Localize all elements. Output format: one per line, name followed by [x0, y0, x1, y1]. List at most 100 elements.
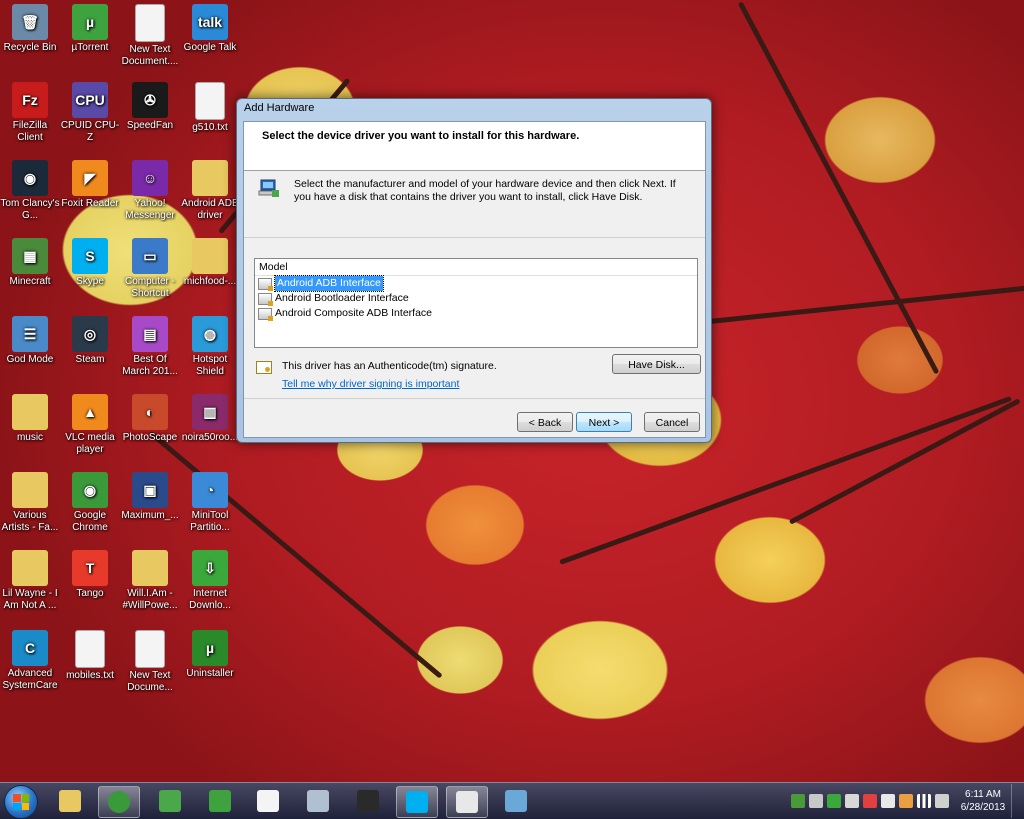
- taskbar-ps-controller-button[interactable]: [298, 786, 338, 816]
- separator: [244, 398, 705, 399]
- desktop-icon-label: Will.I.Am - #WillPowe...: [122, 588, 178, 611]
- desktop-icon-image: ▭: [132, 238, 168, 274]
- desktop-icon[interactable]: ◎ Steam: [60, 316, 120, 366]
- desktop-icon[interactable]: ▤ Best Of March 201...: [120, 316, 180, 378]
- tray-shield-icon[interactable]: [827, 794, 841, 808]
- desktop-icon[interactable]: ◤ Foxit Reader: [60, 160, 120, 210]
- desktop-icon[interactable]: talk Google Talk: [180, 4, 240, 54]
- model-list-item[interactable]: Android Bootloader Interface: [255, 291, 697, 306]
- desktop-icon-label: Tango: [76, 588, 104, 599]
- start-button[interactable]: [4, 785, 38, 819]
- desktop-icon[interactable]: music: [0, 394, 60, 444]
- taskbar-notepad-button[interactable]: [248, 786, 288, 816]
- desktop-icon-label: Android ADB driver: [181, 198, 239, 221]
- desktop-icon-label: Computer - Shortcut: [124, 276, 175, 299]
- desktop-icon-image: ◎: [72, 316, 108, 352]
- model-list-item[interactable]: Android ADB Interface: [255, 275, 697, 292]
- desktop-icon[interactable]: ▭ Computer - Shortcut: [120, 238, 180, 300]
- desktop-icon[interactable]: µ Uninstaller: [180, 630, 240, 680]
- gamepad-icon: [307, 790, 329, 812]
- desktop-icon[interactable]: ✇ SpeedFan: [120, 82, 180, 132]
- cancel-button[interactable]: Cancel: [644, 412, 700, 432]
- desktop-icon[interactable]: CAdvanced SystemCare 6: [0, 630, 60, 692]
- desktop-icon[interactable]: ☺ Yahoo! Messenger: [120, 160, 180, 222]
- tray-network-icon[interactable]: [845, 794, 859, 808]
- dialog-title[interactable]: Add Hardware: [244, 102, 314, 114]
- taskbar: 6:11 AM 6/28/2013: [0, 782, 1024, 819]
- clock[interactable]: 6:11 AM 6/28/2013: [959, 788, 1007, 814]
- model-label: Android ADB Interface: [274, 275, 384, 292]
- desktop-icon[interactable]: New Text Document....: [120, 4, 180, 68]
- desktop-icon[interactable]: 🗑 Recycle Bin: [0, 4, 60, 54]
- action-center-flag-icon[interactable]: [863, 794, 877, 808]
- model-column-header[interactable]: Model: [255, 259, 697, 276]
- desktop-icon[interactable]: Various Artists - Fa...: [0, 472, 60, 534]
- desktop-icon-label: Hotspot Shield: [192, 354, 228, 377]
- desktop-icon[interactable]: Fz FileZilla Client: [0, 82, 60, 144]
- desktop-icon[interactable]: ▣ Maximum_...: [120, 472, 180, 522]
- next-button[interactable]: Next >: [576, 412, 632, 432]
- desktop-icon-image: [195, 82, 225, 120]
- have-disk-button[interactable]: Have Disk...: [612, 354, 701, 374]
- desktop-icon[interactable]: g510.txt: [180, 82, 240, 134]
- show-desktop-button[interactable]: [1011, 784, 1020, 818]
- desktop-icon-label: Lil Wayne - I Am Not A ...: [2, 588, 58, 611]
- desktop-icon[interactable]: michfood-...: [180, 238, 240, 288]
- desktop-icon[interactable]: ◔ MiniTool Partitio...: [180, 472, 240, 534]
- desktop-icon[interactable]: mobiles.txt: [60, 630, 120, 682]
- desktop-icon-label: Foxit Reader: [61, 198, 119, 209]
- desktop-icon[interactable]: ◐ PhotoScape: [120, 394, 180, 444]
- taskbar-explorer-button[interactable]: [50, 786, 90, 816]
- desktop-icon-image: C: [12, 630, 48, 666]
- desktop-icon-label: CPUID CPU-Z: [60, 120, 120, 143]
- desktop-icon-image: ◔: [192, 472, 228, 508]
- desktop-icon-image: ▲: [72, 394, 108, 430]
- desktop-icon-label: New Text Docume...: [127, 670, 173, 693]
- desktop-icon-label: Steam: [75, 354, 105, 365]
- taskbar-game-button[interactable]: [348, 786, 388, 816]
- desktop-icon-image: ◉: [12, 160, 48, 196]
- taskbar-utorrent-button[interactable]: [200, 786, 240, 816]
- desktop-icon[interactable]: New Text Docume...: [120, 630, 180, 694]
- desktop-icon[interactable]: Android ADB driver: [180, 160, 240, 222]
- taskbar-device-manager-button[interactable]: [150, 786, 190, 816]
- desktop-icon[interactable]: CPU CPUID CPU-Z: [60, 82, 120, 144]
- signal-bars-icon[interactable]: [917, 794, 931, 808]
- taskbar-add-hardware-button[interactable]: [446, 786, 488, 818]
- skype-icon: [406, 791, 428, 813]
- desktop-icon-image: [135, 4, 165, 42]
- desktop-icon[interactable]: ☰ God Mode: [0, 316, 60, 366]
- taskbar-chrome-button[interactable]: [98, 786, 140, 818]
- taskbar-paint-button[interactable]: [496, 786, 536, 816]
- clock-date: 6/28/2013: [960, 802, 1006, 813]
- tray-safely-remove-icon[interactable]: [881, 794, 895, 808]
- taskbar-skype-button[interactable]: [396, 786, 438, 818]
- desktop-icon-image: ▥: [192, 394, 228, 430]
- desktop-icon-label: Google Chrome: [72, 510, 108, 533]
- tray-speaker-muted-icon[interactable]: [899, 794, 913, 808]
- model-listbox[interactable]: Model Android ADB Interface Android Bootl…: [254, 258, 698, 348]
- desktop-icon-label: mobiles.txt: [66, 670, 114, 681]
- tray-device-icon[interactable]: [809, 794, 823, 808]
- desktop-icon[interactable]: ▥ noira50roo...: [180, 394, 240, 444]
- desktop-icon[interactable]: Lil Wayne - I Am Not A ...: [0, 550, 60, 612]
- model-list-item[interactable]: Android Composite ADB Interface: [255, 306, 697, 321]
- tray-app-icon[interactable]: [791, 794, 805, 808]
- desktop-icon[interactable]: T Tango: [60, 550, 120, 600]
- desktop-icon[interactable]: ⇩ Internet Downlo...: [180, 550, 240, 612]
- desktop-icon[interactable]: Will.I.Am - #WillPowe...: [120, 550, 180, 612]
- volume-icon[interactable]: [935, 794, 949, 808]
- desktop-icon[interactable]: S Skype: [60, 238, 120, 288]
- dialog-heading: Select the device driver you want to ins…: [262, 130, 580, 142]
- desktop-icon[interactable]: µ µTorrent: [60, 4, 120, 54]
- add-hardware-icon: [456, 791, 478, 813]
- desktop-icon-label: Minecraft: [9, 276, 51, 287]
- back-button[interactable]: < Back: [517, 412, 573, 432]
- driver-signing-link[interactable]: Tell me why driver signing is important: [282, 378, 459, 390]
- desktop-icon[interactable]: ◉ Google Chrome: [60, 472, 120, 534]
- clock-time: 6:11 AM: [965, 789, 1001, 800]
- desktop-icon[interactable]: ▦ Minecraft: [0, 238, 60, 288]
- desktop-icon[interactable]: ◉ Tom Clancy's G...: [0, 160, 60, 222]
- desktop-icon[interactable]: ◍ Hotspot Shield: [180, 316, 240, 378]
- desktop-icon[interactable]: ▲ VLC media player: [60, 394, 120, 456]
